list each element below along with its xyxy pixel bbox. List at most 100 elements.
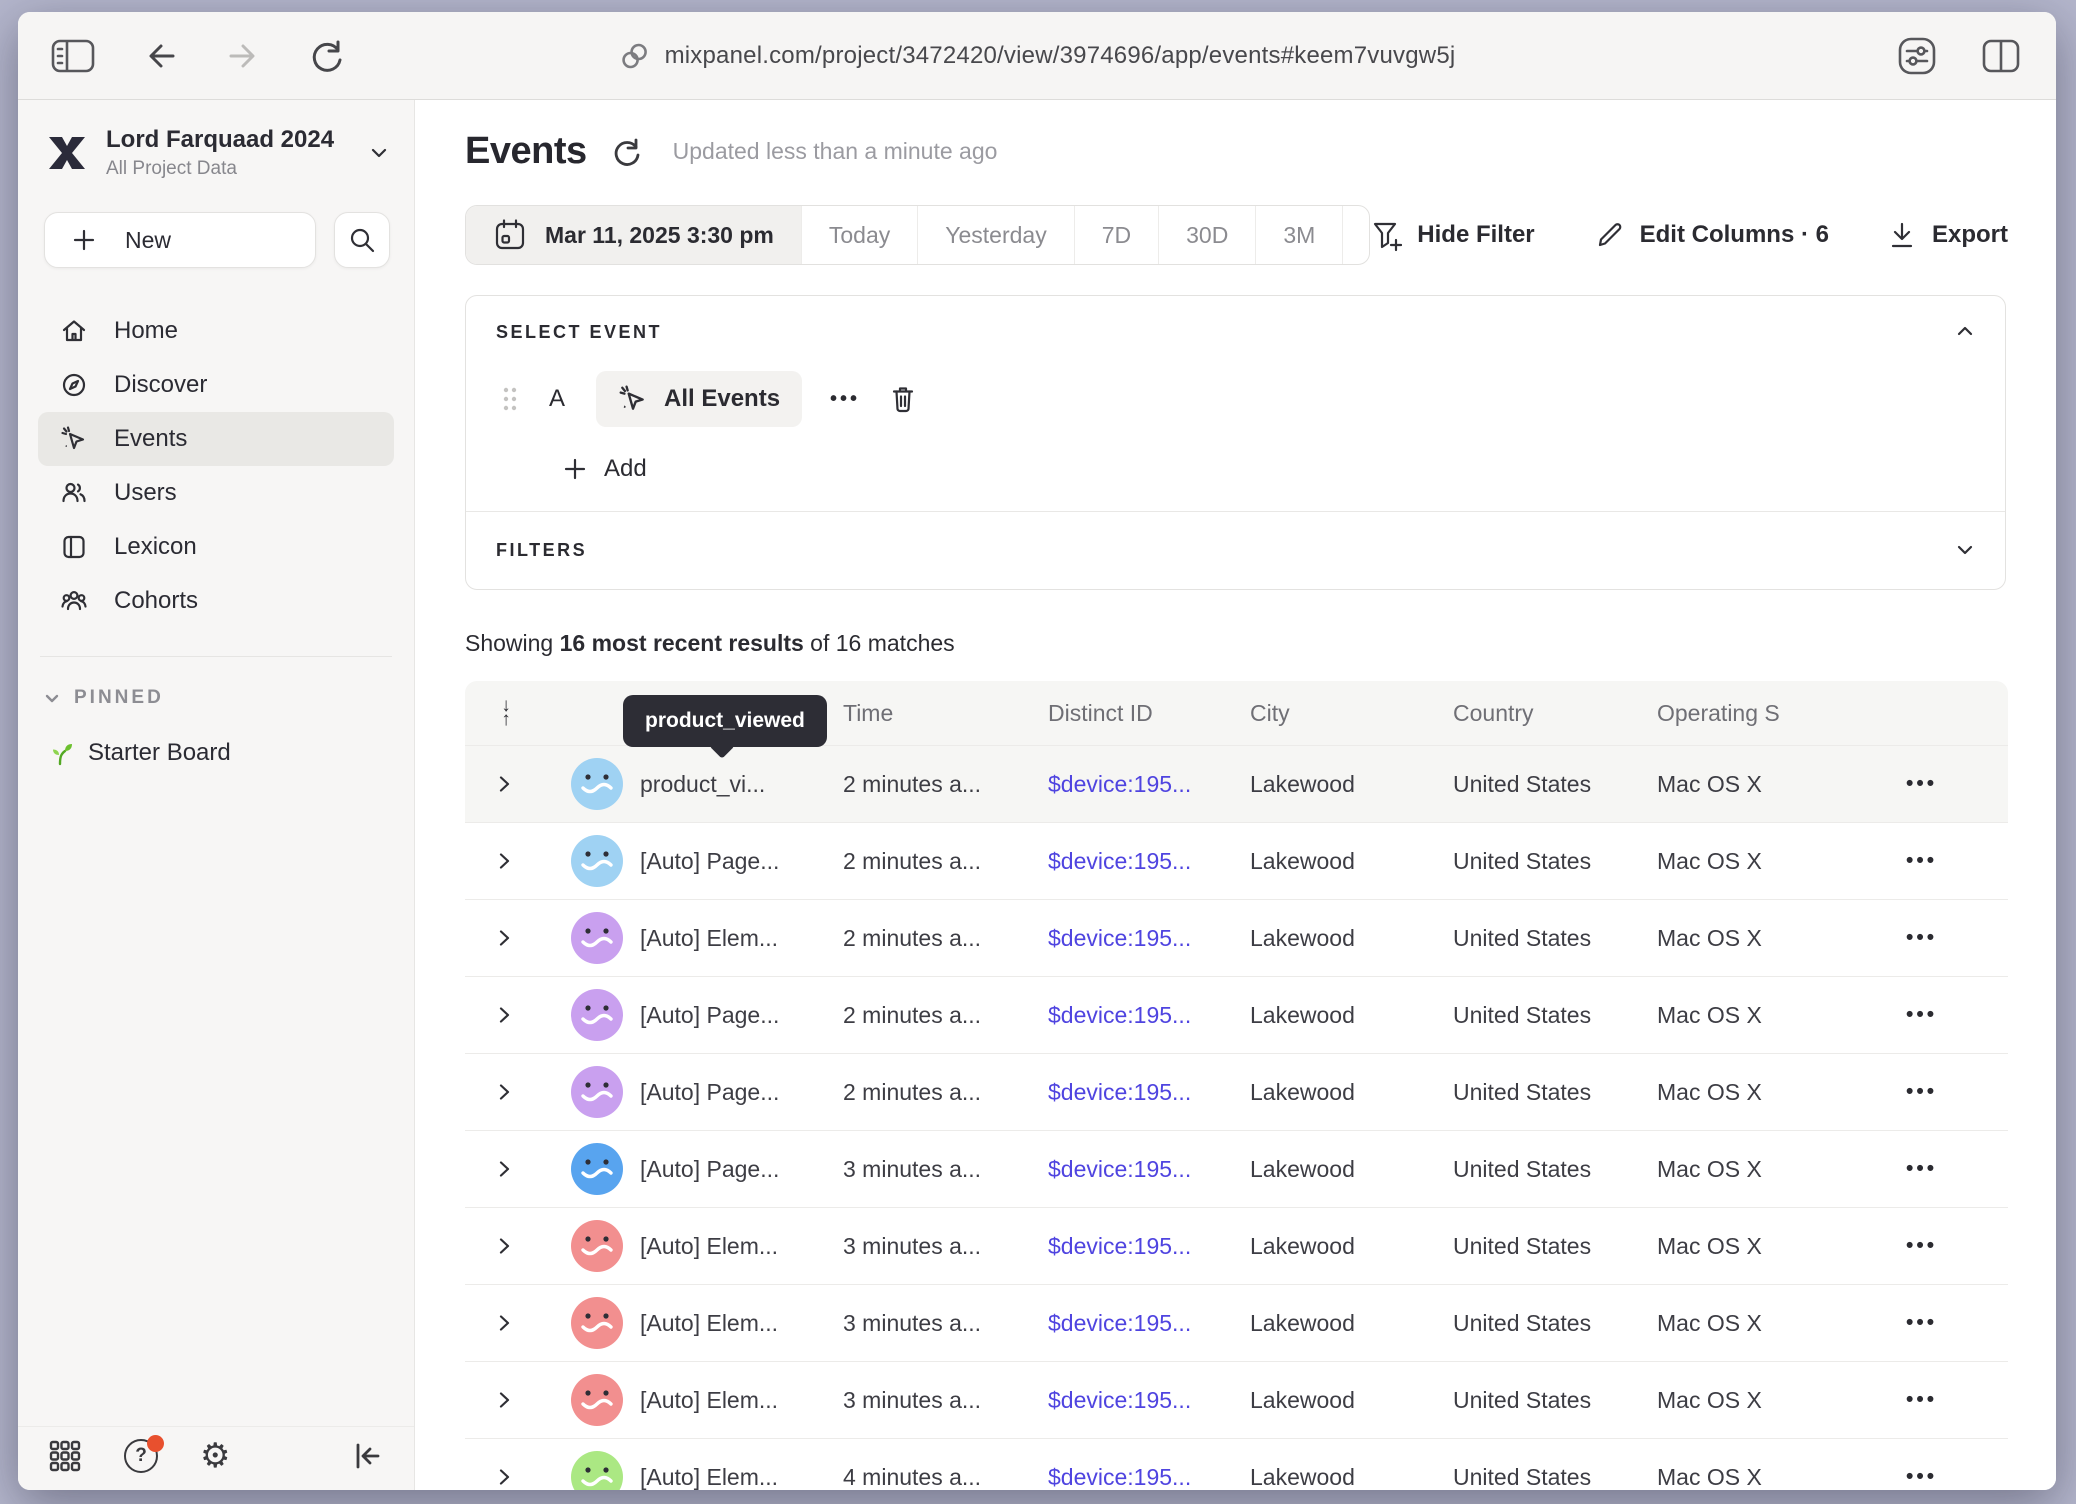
project-switcher[interactable]: Lord Farquaad 2024 All Project Data	[44, 126, 392, 180]
table-row[interactable]: [Auto] Elem... 4 minutes a... $device:19…	[465, 1438, 2008, 1490]
column-header-distinct-id[interactable]: Distinct ID	[1048, 700, 1250, 727]
hide-filter-label: Hide Filter	[1417, 221, 1534, 249]
chevron-right-icon[interactable]	[465, 926, 543, 950]
preset-3m[interactable]: 3M	[1255, 206, 1342, 264]
back-icon[interactable]	[140, 36, 180, 76]
collapse-sidebar-icon[interactable]	[350, 1440, 384, 1472]
sidebar-item-discover[interactable]: Discover	[38, 358, 394, 412]
row-more-options-icon[interactable]: •••	[1880, 1157, 2008, 1181]
event-selector-chip[interactable]: All Events	[596, 371, 802, 427]
split-view-icon[interactable]	[1980, 37, 2022, 75]
apps-grid-icon[interactable]	[48, 1439, 82, 1473]
event-more-options-icon[interactable]: •••	[830, 388, 860, 411]
distinct-id-link[interactable]: $device:195...	[1048, 848, 1250, 875]
address-bar[interactable]: mixpanel.com/project/3472420/view/397469…	[619, 40, 1456, 72]
sidebar-toggle-icon[interactable]	[50, 36, 96, 76]
row-more-options-icon[interactable]: •••	[1880, 1311, 2008, 1335]
help-button[interactable]: ?	[124, 1439, 158, 1473]
row-more-options-icon[interactable]: •••	[1880, 1465, 2008, 1489]
chevron-right-icon[interactable]	[465, 1465, 543, 1489]
event-name[interactable]: [Auto] Page...	[640, 848, 843, 875]
collapse-rows-icon[interactable]: ↓↑	[465, 699, 543, 728]
column-header-time[interactable]: Time	[843, 700, 1048, 727]
event-time: 4 minutes a...	[843, 1464, 1048, 1491]
column-header-os[interactable]: Operating S	[1657, 700, 1880, 727]
pinned-item-starter-board[interactable]: Starter Board	[46, 739, 414, 767]
event-name[interactable]: [Auto] Elem...	[640, 925, 843, 952]
row-more-options-icon[interactable]: •••	[1880, 772, 2008, 796]
avatar	[543, 989, 640, 1041]
sidebar-item-home[interactable]: Home	[38, 304, 394, 358]
chevron-right-icon[interactable]	[465, 1234, 543, 1258]
table-row[interactable]: [Auto] Page... 2 minutes a... $device:19…	[465, 1053, 2008, 1130]
chevron-up-icon[interactable]	[1953, 320, 1977, 344]
export-button[interactable]: Export	[1887, 219, 2008, 251]
event-name[interactable]: [Auto] Elem...	[640, 1310, 843, 1337]
search-button[interactable]	[334, 212, 390, 268]
edit-columns-button[interactable]: Edit Columns · 6	[1593, 218, 1829, 252]
distinct-id-link[interactable]: $device:195...	[1048, 1464, 1250, 1491]
distinct-id-link[interactable]: $device:195...	[1048, 1079, 1250, 1106]
preset-7d[interactable]: 7D	[1074, 206, 1158, 264]
event-name[interactable]: product_vi...	[640, 771, 843, 798]
table-row[interactable]: [Auto] Elem... 3 minutes a... $device:19…	[465, 1284, 2008, 1361]
chevron-right-icon[interactable]	[465, 1080, 543, 1104]
column-header-country[interactable]: Country	[1453, 700, 1657, 727]
event-name[interactable]: [Auto] Elem...	[640, 1233, 843, 1260]
preset-6m[interactable]: 6M	[1342, 206, 1370, 264]
sidebar-item-lexicon[interactable]: Lexicon	[38, 520, 394, 574]
chevron-right-icon[interactable]	[465, 1157, 543, 1181]
chevron-right-icon[interactable]	[465, 1003, 543, 1027]
distinct-id-link[interactable]: $device:195...	[1048, 925, 1250, 952]
row-more-options-icon[interactable]: •••	[1880, 849, 2008, 873]
refresh-report-icon[interactable]	[611, 135, 643, 169]
event-name[interactable]: [Auto] Elem...	[640, 1464, 843, 1491]
date-picker[interactable]: Mar 11, 2025 3:30 pm	[466, 206, 801, 264]
row-more-options-icon[interactable]: •••	[1880, 1080, 2008, 1104]
distinct-id-link[interactable]: $device:195...	[1048, 1002, 1250, 1029]
table-row[interactable]: [Auto] Page... 3 minutes a... $device:19…	[465, 1130, 2008, 1207]
new-button[interactable]: New	[44, 212, 316, 268]
row-more-options-icon[interactable]: •••	[1880, 1234, 2008, 1258]
trash-icon[interactable]	[888, 383, 918, 415]
row-more-options-icon[interactable]: •••	[1880, 1388, 2008, 1412]
chevron-down-icon[interactable]	[1953, 538, 1977, 562]
table-row[interactable]: [Auto] Page... 2 minutes a... $device:19…	[465, 976, 2008, 1053]
event-name[interactable]: [Auto] Page...	[640, 1079, 843, 1106]
table-row[interactable]: [Auto] Elem... 2 minutes a... $device:19…	[465, 899, 2008, 976]
drag-handle-icon[interactable]	[502, 384, 518, 414]
preset-yesterday[interactable]: Yesterday	[917, 206, 1073, 264]
preset-today[interactable]: Today	[801, 206, 917, 264]
event-name[interactable]: [Auto] Page...	[640, 1156, 843, 1183]
table-row[interactable]: [Auto] Page... 2 minutes a... $device:19…	[465, 822, 2008, 899]
chevron-right-icon[interactable]	[465, 849, 543, 873]
sidebar-item-cohorts[interactable]: Cohorts	[38, 574, 394, 628]
gear-icon[interactable]: ⚙	[200, 1439, 230, 1473]
chevron-right-icon[interactable]	[465, 1388, 543, 1412]
sidebar-item-users[interactable]: Users	[38, 466, 394, 520]
distinct-id-link[interactable]: $device:195...	[1048, 1233, 1250, 1260]
distinct-id-link[interactable]: $device:195...	[1048, 1310, 1250, 1337]
event-name[interactable]: [Auto] Page...	[640, 1002, 843, 1029]
sidebar-item-events[interactable]: Events	[38, 412, 394, 466]
chevron-right-icon[interactable]	[465, 1311, 543, 1335]
table-row[interactable]: product_vi... 2 minutes a... $device:195…	[465, 745, 2008, 822]
refresh-icon[interactable]	[308, 36, 346, 76]
distinct-id-link[interactable]: $device:195...	[1048, 1387, 1250, 1414]
chevron-right-icon[interactable]	[465, 772, 543, 796]
pinned-section-toggle[interactable]: PINNED	[42, 687, 414, 709]
row-more-options-icon[interactable]: •••	[1880, 1003, 2008, 1027]
event-name[interactable]: [Auto] Elem...	[640, 1387, 843, 1414]
distinct-id-link[interactable]: $device:195...	[1048, 771, 1250, 798]
distinct-id-link[interactable]: $device:195...	[1048, 1156, 1250, 1183]
event-os: Mac OS X	[1657, 1387, 1880, 1414]
hide-filter-button[interactable]: Hide Filter	[1370, 218, 1534, 252]
column-header-city[interactable]: City	[1250, 700, 1453, 727]
forward-icon[interactable]	[224, 36, 264, 76]
table-row[interactable]: [Auto] Elem... 3 minutes a... $device:19…	[465, 1361, 2008, 1438]
add-event-button[interactable]: Add	[562, 455, 1975, 483]
row-more-options-icon[interactable]: •••	[1880, 926, 2008, 950]
preset-30d[interactable]: 30D	[1158, 206, 1255, 264]
table-row[interactable]: [Auto] Elem... 3 minutes a... $device:19…	[465, 1207, 2008, 1284]
page-settings-icon[interactable]	[1896, 35, 1938, 77]
